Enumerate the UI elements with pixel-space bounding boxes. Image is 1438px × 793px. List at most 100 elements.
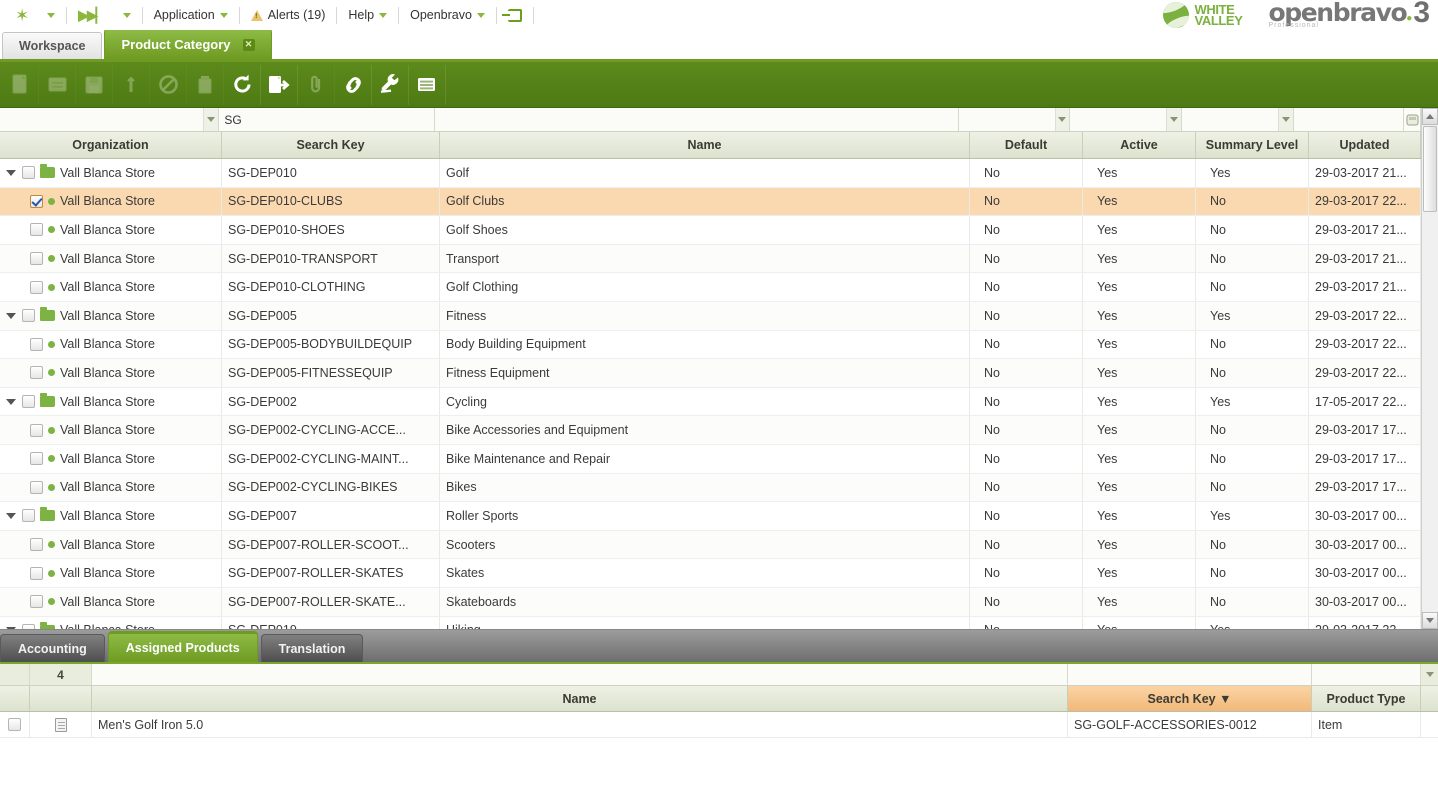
expand-triangle-icon[interactable] bbox=[6, 512, 16, 519]
cell-updated[interactable]: 30-03-2017 00... bbox=[1309, 559, 1421, 587]
cell-organization[interactable]: Vall Blanca Store bbox=[0, 216, 222, 244]
cell-organization[interactable]: Vall Blanca Store bbox=[0, 387, 222, 416]
cell-summary-level[interactable]: No bbox=[1196, 273, 1309, 301]
cell-updated[interactable]: 29-03-2017 22... bbox=[1309, 616, 1421, 629]
menu-item-alerts[interactable]: Alerts (19) bbox=[242, 5, 335, 25]
cell-default[interactable]: No bbox=[970, 359, 1083, 387]
scroll-down-button[interactable] bbox=[1422, 612, 1438, 629]
cell-summary-level[interactable]: No bbox=[1196, 244, 1309, 273]
cell-default[interactable]: No bbox=[970, 159, 1083, 187]
filter-cell-default[interactable] bbox=[958, 108, 1071, 131]
cell-name[interactable]: Skates bbox=[440, 559, 970, 587]
cell-updated[interactable]: 29-03-2017 21... bbox=[1309, 159, 1421, 187]
cell-name[interactable]: Golf Clothing bbox=[440, 273, 970, 301]
cell-default[interactable]: No bbox=[970, 244, 1083, 273]
filter-input-search_key[interactable] bbox=[219, 108, 434, 131]
cell-name[interactable]: Body Building Equipment bbox=[440, 330, 970, 359]
cell-organization[interactable]: Vall Blanca Store bbox=[0, 587, 222, 616]
cell-search-key[interactable]: SG-DEP019 bbox=[222, 616, 440, 629]
cell-name[interactable]: Bikes bbox=[440, 473, 970, 502]
scroll-thumb[interactable] bbox=[1423, 126, 1437, 212]
filter-dropdown-default[interactable] bbox=[1054, 108, 1070, 131]
table-row[interactable]: Vall Blanca Store SG-DEP010 Golf No Yes Yes 29… bbox=[0, 159, 1438, 188]
cell-active[interactable]: Yes bbox=[1083, 530, 1196, 559]
attachment-icon[interactable] bbox=[298, 65, 335, 105]
cell-name[interactable]: Fitness Equipment bbox=[440, 359, 970, 387]
cell-search-key[interactable]: SG-DEP002-CYCLING-ACCE... bbox=[222, 416, 440, 444]
cell-name[interactable]: Scooters bbox=[440, 530, 970, 559]
cell-active[interactable]: Yes bbox=[1083, 273, 1196, 301]
export-icon[interactable] bbox=[261, 64, 298, 105]
cell-default[interactable]: No bbox=[970, 444, 1083, 473]
filter-input-summary_level[interactable] bbox=[1182, 108, 1279, 131]
cell-organization[interactable]: Vall Blanca Store bbox=[0, 530, 222, 559]
cell-organization[interactable]: Vall Blanca Store bbox=[0, 187, 222, 216]
cell-updated[interactable]: 30-03-2017 00... bbox=[1309, 587, 1421, 616]
cell-active[interactable]: Yes bbox=[1083, 444, 1196, 473]
new-in-form-icon[interactable] bbox=[39, 65, 76, 105]
close-icon[interactable]: ✕ bbox=[242, 38, 255, 51]
grid-config-icon[interactable] bbox=[1404, 108, 1422, 131]
cell-default[interactable]: No bbox=[970, 502, 1083, 530]
cell-organization[interactable]: Vall Blanca Store bbox=[0, 444, 222, 473]
cell-summary-level[interactable]: No bbox=[1196, 359, 1309, 387]
filter-dropdown-active[interactable] bbox=[1166, 108, 1182, 131]
delete-icon[interactable] bbox=[187, 65, 224, 105]
cell-active[interactable]: Yes bbox=[1083, 244, 1196, 273]
table-row[interactable]: Vall Blanca Store SG-DEP010-SHOES Golf Sho… bbox=[0, 216, 1438, 245]
cell-summary-level[interactable]: Yes bbox=[1196, 301, 1309, 330]
column-header-default[interactable]: Default bbox=[970, 132, 1083, 158]
cell-organization[interactable]: Vall Blanca Store bbox=[0, 616, 222, 629]
expand-triangle-icon[interactable] bbox=[6, 169, 16, 176]
table-row[interactable]: Vall Blanca Store SG-DEP002-CYCLING-BIKES… bbox=[0, 473, 1438, 503]
table-row[interactable]: Vall Blanca Store SG-DEP002-CYCLING-MAINT… bbox=[0, 444, 1438, 474]
cell-search-key[interactable]: SG-DEP005-FITNESSEQUIP bbox=[222, 359, 440, 387]
cell-search-key[interactable]: SG-DEP010-CLOTHING bbox=[222, 273, 440, 301]
cell-product-type[interactable]: Item bbox=[1312, 712, 1421, 737]
save-icon[interactable] bbox=[76, 65, 113, 105]
cell-organization[interactable]: Vall Blanca Store bbox=[0, 159, 222, 187]
cell-summary-level[interactable]: No bbox=[1196, 216, 1309, 244]
cell-default[interactable]: No bbox=[970, 387, 1083, 416]
cell-default[interactable]: No bbox=[970, 473, 1083, 502]
window-tab-workspace[interactable]: Workspace bbox=[2, 32, 103, 59]
cell-search-key[interactable]: SG-DEP005 bbox=[222, 301, 440, 330]
cell-organization[interactable]: Vall Blanca Store bbox=[0, 416, 222, 444]
table-row[interactable]: Vall Blanca Store SG-DEP005-FITNESSEQUIP F… bbox=[0, 359, 1438, 388]
cell-updated[interactable]: 30-03-2017 00... bbox=[1309, 530, 1421, 559]
cell-summary-level[interactable]: Yes bbox=[1196, 616, 1309, 629]
cell-search-key[interactable]: SG-DEP007 bbox=[222, 502, 440, 530]
cell-name[interactable]: Golf Shoes bbox=[440, 216, 970, 244]
column-header-organization[interactable]: Organization bbox=[0, 132, 222, 158]
cell-summary-level[interactable]: No bbox=[1196, 444, 1309, 473]
table-row[interactable]: Vall Blanca Store SG-DEP007-ROLLER-SCOOT.… bbox=[0, 530, 1438, 560]
cell-updated[interactable]: 29-03-2017 21... bbox=[1309, 216, 1421, 244]
menu-item-favorites-dropdown[interactable] bbox=[38, 10, 64, 21]
printer-icon[interactable] bbox=[409, 64, 446, 105]
filter-input-updated[interactable] bbox=[1293, 108, 1404, 131]
menu-item-recent-dropdown[interactable] bbox=[114, 10, 140, 21]
filter-cell-summary_level[interactable] bbox=[1182, 108, 1294, 131]
new-record-icon[interactable] bbox=[2, 65, 39, 105]
menu-item-favorites[interactable]: ✶ bbox=[6, 4, 38, 27]
cell-default[interactable]: No bbox=[970, 216, 1083, 244]
row-checkbox[interactable] bbox=[30, 480, 43, 494]
column-header-search_key[interactable]: Search Key bbox=[222, 132, 440, 158]
filter-cell-active[interactable] bbox=[1070, 108, 1183, 131]
menu-item-help[interactable]: Help bbox=[339, 5, 396, 25]
bottom-column-header-3[interactable]: Search Key ▼ bbox=[1068, 686, 1312, 711]
cell-updated[interactable]: 29-03-2017 17... bbox=[1309, 416, 1421, 444]
menu-item-openbravo[interactable]: Openbravo bbox=[401, 5, 494, 25]
table-row[interactable]: Vall Blanca StoreSG-DEP019HikingNoYesYes… bbox=[0, 616, 1438, 629]
table-row[interactable]: Vall Blanca Store SG-DEP010-TRANSPORT Tran… bbox=[0, 244, 1438, 274]
cell-default[interactable]: No bbox=[970, 330, 1083, 359]
cell-active[interactable]: Yes bbox=[1083, 416, 1196, 444]
cell-name[interactable]: Cycling bbox=[440, 387, 970, 416]
cell-organization[interactable]: Vall Blanca Store bbox=[0, 502, 222, 530]
cell-updated[interactable]: 29-03-2017 22... bbox=[1309, 187, 1421, 216]
cell-updated[interactable]: 29-03-2017 17... bbox=[1309, 473, 1421, 502]
cell-organization[interactable]: Vall Blanca Store bbox=[0, 273, 222, 301]
grid-body[interactable]: Vall Blanca Store SG-DEP010 Golf No Yes Yes 29… bbox=[0, 159, 1438, 629]
row-checkbox[interactable] bbox=[30, 538, 43, 552]
filter-cell-search_key[interactable] bbox=[219, 108, 435, 131]
